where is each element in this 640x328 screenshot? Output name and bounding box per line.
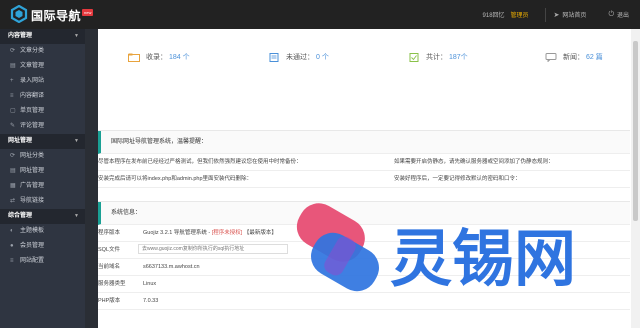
chevron-down-icon: ▼ <box>74 33 79 39</box>
sidebar-group-general[interactable]: 综合管理 ▼ <box>0 209 85 224</box>
stat-rejected: 未通过： 0 个 <box>268 50 329 64</box>
watermark-text: 灵锡网 <box>390 222 576 295</box>
sidebar-item-site-config[interactable]: ≡ 网站配置 <box>0 254 85 269</box>
user-icon: ● <box>10 243 14 249</box>
sidebar-item-article-category[interactable]: ⟳ 文章分类 <box>0 44 85 59</box>
sidebar-item-article-manage[interactable]: ▤ 文章管理 <box>0 59 85 74</box>
sidebar-item-members[interactable]: ● 会员管理 <box>0 239 85 254</box>
watermark-logo-icon: 灵锡网 <box>296 203 576 295</box>
plus-icon: + <box>10 78 14 84</box>
sidebar-item-add-site[interactable]: + 录入网站 <box>0 74 85 89</box>
watermark: 灵锡网 <box>290 202 630 306</box>
notice-panel: 国际网址导航管理系统，温馨提醒： 尽管本程序在发布前已经经过严格测试，但我们依然… <box>98 130 630 188</box>
link-icon: ⇄ <box>10 198 16 204</box>
sidebar-item-url-category[interactable]: ⟳ 网址分类 <box>0 149 85 164</box>
divider-strip <box>85 29 98 328</box>
document-icon <box>269 52 279 62</box>
folder-icon <box>128 53 140 62</box>
unlicensed-link[interactable]: [程序未授权] <box>212 230 243 236</box>
list-icon: ▤ <box>10 168 16 174</box>
top-bar: 国际导航 new 918回忆 管理员 ➤ 网站首页 ⏻ 退出 <box>0 0 640 29</box>
settings-icon: ≡ <box>10 258 14 264</box>
user-role[interactable]: 管理员 <box>511 10 529 19</box>
sidebar-item-themes[interactable]: ◐ 主题模板 <box>0 224 85 239</box>
sidebar: 内容管理 ▼ ⟳ 文章分类 ▤ 文章管理 + 录入网站 ≡ 内容翻译 ▢ 单页管理 ✎ 评论管… <box>0 29 85 328</box>
exit-link[interactable]: 退出 <box>617 10 629 19</box>
sidebar-item-url-manage[interactable]: ▤ 网址管理 <box>0 164 85 179</box>
notice-title: 国际网址导航管理系统，温馨提醒： <box>98 131 630 154</box>
notice-row: 安装完成后请可以将index.php和admin.php里面安装代码删除： 安装… <box>98 171 630 188</box>
edit-icon: ✎ <box>10 123 16 129</box>
checklist-icon <box>409 52 419 62</box>
chat-icon <box>545 52 557 62</box>
logo-icon <box>10 5 28 23</box>
stat-total: 共计： 187个 <box>408 50 468 64</box>
sidebar-item-comments[interactable]: ✎ 评论管理 <box>0 119 85 134</box>
app-title: 国际导航 <box>31 9 82 23</box>
site-home-link[interactable]: 网站首页 <box>562 10 586 19</box>
menu-icon: ≡ <box>10 93 14 99</box>
stat-included: 收录： 184 个 <box>128 50 190 64</box>
sidebar-group-content[interactable]: 内容管理 ▼ <box>0 29 85 44</box>
sidebar-item-translate[interactable]: ≡ 内容翻译 <box>0 89 85 104</box>
theme-icon: ◐ <box>10 228 14 234</box>
stat-news: 新闻： 62 篇 <box>545 50 603 64</box>
sidebar-item-single-page[interactable]: ▢ 单页管理 <box>0 104 85 119</box>
notice-row: 尽管本程序在发布前已经经过严格测试，但我们依然强烈建议您在使用中时常备份： 如果… <box>98 154 630 171</box>
chevron-down-icon: ▼ <box>74 138 79 144</box>
grid-icon: ▦ <box>10 183 16 189</box>
send-icon: ➤ <box>553 11 560 19</box>
power-icon: ⏻ <box>608 10 614 18</box>
new-badge: new <box>82 9 94 16</box>
latest-version-link[interactable]: 【最新版本】 <box>244 230 277 236</box>
sidebar-item-nav-links[interactable]: ⇄ 导航链接 <box>0 194 85 209</box>
divider <box>544 7 546 22</box>
sidebar-item-ads[interactable]: ▦ 广告管理 <box>0 179 85 194</box>
user-name[interactable]: 918回忆 <box>483 10 505 19</box>
page-icon: ▢ <box>10 108 16 114</box>
scrollbar-thumb[interactable] <box>633 41 638 221</box>
scrollbar[interactable] <box>631 29 640 328</box>
stats-bar: 收录： 184 个 未通过： 0 个 共计： 187个 新闻： 62 篇 <box>98 29 631 85</box>
refresh-icon: ⟳ <box>10 48 16 54</box>
sql-input[interactable] <box>138 244 288 254</box>
top-right-bar: 918回忆 管理员 ➤ 网站首页 ⏻ 退出 <box>483 0 640 29</box>
refresh-icon: ⟳ <box>10 153 16 159</box>
sidebar-group-url[interactable]: 网址管理 ▼ <box>0 134 85 149</box>
chevron-down-icon: ▼ <box>74 213 79 219</box>
list-icon: ▤ <box>10 63 16 69</box>
